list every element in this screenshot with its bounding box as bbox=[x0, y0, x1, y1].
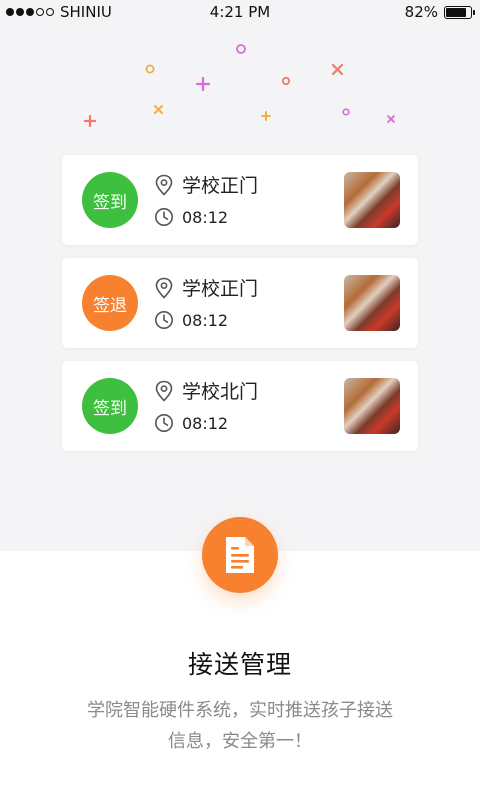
status-left: SHINIU bbox=[6, 3, 112, 21]
confetti-circle bbox=[145, 64, 155, 74]
snapshot-photo[interactable] bbox=[344, 275, 400, 331]
battery-percent: 82% bbox=[404, 3, 438, 21]
feature-icon-circle bbox=[202, 517, 278, 593]
record-time: 08:12 bbox=[182, 207, 229, 227]
snapshot-photo[interactable] bbox=[344, 378, 400, 434]
time-row: 08:12 bbox=[154, 207, 228, 227]
clock-icon bbox=[155, 208, 173, 226]
time-row: 08:12 bbox=[154, 413, 228, 433]
carrier-name: SHINIU bbox=[60, 3, 112, 21]
location-row: 学校正门 bbox=[154, 171, 258, 198]
location-row: 学校正门 bbox=[154, 274, 258, 301]
location-name: 学校北门 bbox=[182, 381, 259, 403]
confetti-circle bbox=[236, 44, 246, 54]
confetti-cross bbox=[387, 115, 395, 123]
status-right: 82% bbox=[404, 3, 475, 21]
document-icon bbox=[226, 537, 254, 573]
confetti-decoration bbox=[83, 44, 395, 128]
record-card[interactable]: 签退 学校正门 08:12 bbox=[62, 258, 418, 348]
feature-description-line: 学院智能硬件系统，实时推送孩子接送 bbox=[87, 700, 393, 721]
location-pin-icon bbox=[155, 380, 173, 402]
confetti-cross bbox=[331, 63, 344, 76]
location-name: 学校正门 bbox=[182, 175, 259, 197]
record-time: 08:12 bbox=[182, 310, 229, 330]
feature-description-line: 信息，安全第一！ bbox=[168, 731, 312, 752]
location-row: 学校北门 bbox=[154, 377, 258, 404]
location-name: 学校正门 bbox=[182, 278, 259, 300]
status-bar: SHINIU 4:21 PM 82% bbox=[0, 0, 480, 24]
check-out-badge: 签退 bbox=[82, 275, 138, 331]
check-in-badge: 签到 bbox=[82, 172, 138, 228]
confetti-plus bbox=[83, 114, 97, 128]
time-row: 08:12 bbox=[154, 310, 228, 330]
snapshot-photo[interactable] bbox=[344, 172, 400, 228]
status-time: 4:21 PM bbox=[209, 3, 271, 21]
record-card[interactable]: 签到 学校北门 08:12 bbox=[62, 361, 418, 451]
confetti-circle bbox=[281, 76, 291, 86]
record-time: 08:12 bbox=[182, 413, 229, 433]
confetti-plus bbox=[195, 76, 211, 92]
signal-strength-icon bbox=[6, 8, 54, 16]
confetti-plus bbox=[261, 111, 271, 121]
record-card[interactable]: 签到 学校正门 08:12 bbox=[62, 155, 418, 245]
clock-icon bbox=[155, 414, 173, 432]
battery-fill bbox=[446, 7, 466, 17]
check-in-badge: 签到 bbox=[82, 378, 138, 434]
location-pin-icon bbox=[155, 277, 173, 299]
feature-description: 学院智能硬件系统，实时推送孩子接送 信息，安全第一！ bbox=[60, 695, 420, 757]
battery-icon bbox=[444, 5, 475, 19]
confetti-cross bbox=[154, 105, 163, 114]
location-pin-icon bbox=[155, 174, 173, 196]
confetti-circle bbox=[342, 108, 350, 116]
feature-title: 接送管理 bbox=[187, 650, 292, 679]
clock-icon bbox=[155, 311, 173, 329]
